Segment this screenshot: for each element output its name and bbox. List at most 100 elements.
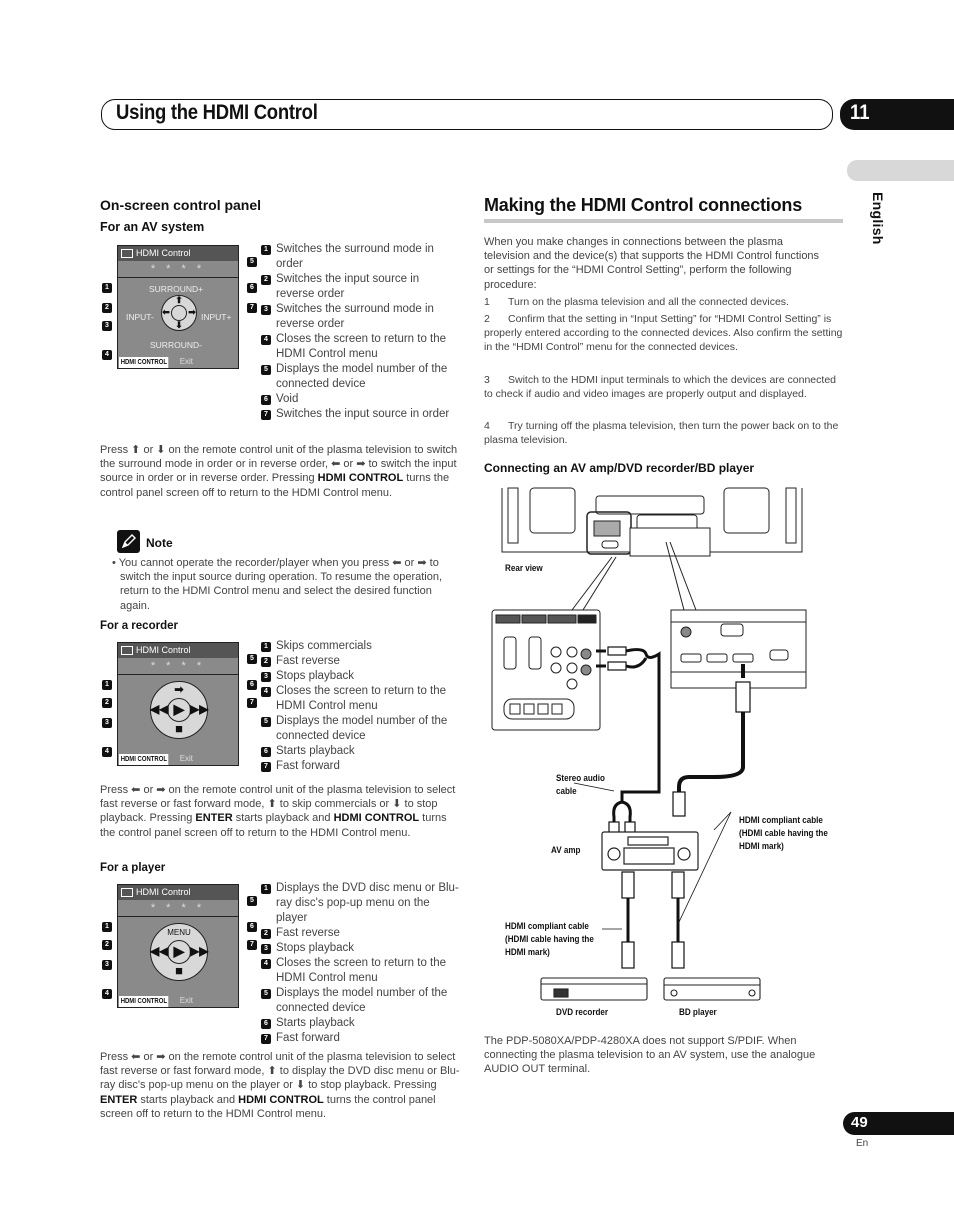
label-input-plus: INPUT+	[201, 312, 232, 322]
language-tab-bar	[847, 160, 954, 181]
list-item: 7 Fast forward	[261, 1031, 459, 1046]
bd-player-illustration	[663, 977, 761, 1001]
monitor-icon	[121, 888, 133, 897]
rewind-icon: ◀◀	[150, 702, 169, 716]
label-stereo-audio-cable: Stereo audio cable	[556, 773, 605, 797]
stop-icon: ■	[175, 963, 183, 978]
callout-3: 3	[102, 960, 112, 970]
list-item: 5 Displays the model number of the connec…	[261, 362, 459, 392]
hdmi-control-key: HDMI CONTROL	[119, 754, 169, 765]
arrow-right-icon: ➡	[188, 307, 196, 317]
label-surround-minus: SURROUND-	[150, 340, 202, 350]
language-code: En	[856, 1138, 869, 1149]
tv-rear-illustration	[501, 487, 803, 557]
label-hdmi-cable-right: HDMI compliant cable (HDMI cable having …	[739, 815, 828, 852]
callout-2: 2	[102, 698, 112, 708]
hdmi-control-key: HDMI CONTROL	[119, 996, 169, 1007]
stereo-audio-cable	[596, 646, 661, 843]
chapter-number: 11	[850, 101, 870, 124]
language-tab-label: English	[870, 192, 886, 245]
list-item: 2 Fast reverse	[261, 654, 459, 669]
callout-4: 4	[102, 350, 112, 360]
list-item: 6 Starts playback	[261, 744, 459, 759]
list-item: 6 Void	[261, 392, 459, 407]
step-2: 2 Confirm that the setting in “Input Sett…	[484, 313, 843, 353]
player-control-panel: HDMI Control * * * * ▶ MENU ◀◀ ▶▶ ■ HDMI…	[117, 884, 239, 1008]
recorder-control-panel: HDMI Control * * * * ▶ ➡ ◀◀ ▶▶ ■ HDMI CO…	[117, 642, 239, 766]
monitor-icon	[121, 249, 133, 258]
label-surround-plus: SURROUND+	[149, 284, 204, 294]
list-item: 5 Displays the model number of the connec…	[261, 986, 459, 1016]
panel-title: HDMI Control	[118, 643, 238, 658]
spdif-note: The PDP-5080XA/PDP-4280XA does not suppo…	[484, 1035, 816, 1076]
panel-title: HDMI Control	[118, 246, 238, 261]
player-paragraph: Press ⬅ or ➡ on the remote control unit …	[100, 1051, 460, 1120]
section-title-onscreen: On-screen control panel	[100, 197, 262, 213]
list-item: 5 Displays the model number of the connec…	[261, 714, 459, 744]
callout-7: 7	[247, 303, 257, 313]
callout-3: 3	[102, 321, 112, 331]
recorder-callout-list: 1 Skips commercials 2 Fast reverse 3 Stops …	[261, 639, 459, 774]
heading-recorder: For a recorder	[100, 620, 178, 632]
list-item: 1 Displays the DVD disc menu or Blu-ray d…	[261, 881, 459, 926]
list-item: 1 Skips commercials	[261, 639, 459, 654]
step-1: 1 Turn on the plasma television and all t…	[484, 296, 789, 308]
callout-3: 3	[102, 718, 112, 728]
fast-forward-icon: ▶▶	[190, 702, 209, 716]
label-av-amp: AV amp	[551, 845, 581, 856]
model-number-display: * * * *	[118, 658, 238, 675]
list-item: 6 Starts playback	[261, 1016, 459, 1031]
stop-icon: ■	[175, 721, 183, 736]
callout-1: 1	[102, 680, 112, 690]
callout-6: 6	[247, 922, 257, 932]
callout-7: 7	[247, 940, 257, 950]
label-input-minus: INPUT-	[126, 312, 154, 322]
play-icon: ▶	[173, 701, 185, 717]
heading-player: For a player	[100, 862, 166, 874]
callout-7: 7	[247, 698, 257, 708]
callout-5: 5	[247, 896, 257, 906]
list-item: 7 Switches the input source in order	[261, 407, 459, 422]
list-item: 2 Fast reverse	[261, 926, 459, 941]
note-bullet: • You cannot operate the recorder/player…	[112, 557, 443, 612]
list-item: 2 Switches the input source in reverse or…	[261, 272, 459, 302]
list-item: 1 Switches the surround mode in order	[261, 242, 459, 272]
tv-hdmi-panel	[670, 609, 807, 689]
arrow-down-icon: ⬇	[175, 320, 183, 330]
play-icon: ▶	[173, 943, 185, 959]
callout-1: 1	[102, 922, 112, 932]
model-number-display: * * * *	[118, 900, 238, 917]
step-4: 4 Try turning off the plasma television, …	[484, 420, 839, 446]
panel-footer: HDMI CONTROL Exit	[119, 357, 194, 368]
tv-terminal-panel	[491, 609, 601, 731]
av-callout-list: 1 Switches the surround mode in order 2 Sw…	[261, 242, 459, 422]
callout-6: 6	[247, 283, 257, 293]
panel-title: HDMI Control	[118, 885, 238, 900]
arrow-left-icon: ⬅	[162, 307, 170, 317]
page-title: Using the HDMI Control	[116, 101, 318, 124]
monitor-icon	[121, 646, 133, 655]
label-hdmi-cable-left: HDMI compliant cable (HDMI cable having …	[505, 921, 594, 958]
heading-av-system: For an AV system	[100, 220, 205, 234]
label-dvd-recorder: DVD recorder	[556, 1007, 609, 1018]
model-number-display: * * * *	[118, 261, 238, 278]
arrow-up-icon: ⬆	[175, 295, 183, 305]
section-rule	[484, 219, 843, 223]
hdmi-control-key: HDMI CONTROL	[119, 357, 169, 368]
list-item: 3 Stops playback	[261, 941, 459, 956]
list-item: 3 Stops playback	[261, 669, 459, 684]
label-bd-player: BD player	[679, 1007, 717, 1018]
fast-forward-icon: ▶▶	[190, 944, 209, 958]
callout-4: 4	[102, 989, 112, 999]
player-callout-list: 1 Displays the DVD disc menu or Blu-ray d…	[261, 881, 459, 1046]
note-pencil-icon	[117, 530, 140, 553]
callout-5: 5	[247, 257, 257, 267]
callout-1: 1	[102, 283, 112, 293]
menu-label: MENU	[167, 928, 191, 937]
center-button	[171, 305, 187, 321]
av-control-panel: HDMI Control * * * * SURROUND+ INPUT- IN…	[117, 245, 239, 369]
callout-4: 4	[102, 747, 112, 757]
page-number: 49	[851, 1114, 868, 1131]
intro-paragraph: When you make changes in connections bet…	[484, 236, 820, 291]
callout-5: 5	[247, 654, 257, 664]
